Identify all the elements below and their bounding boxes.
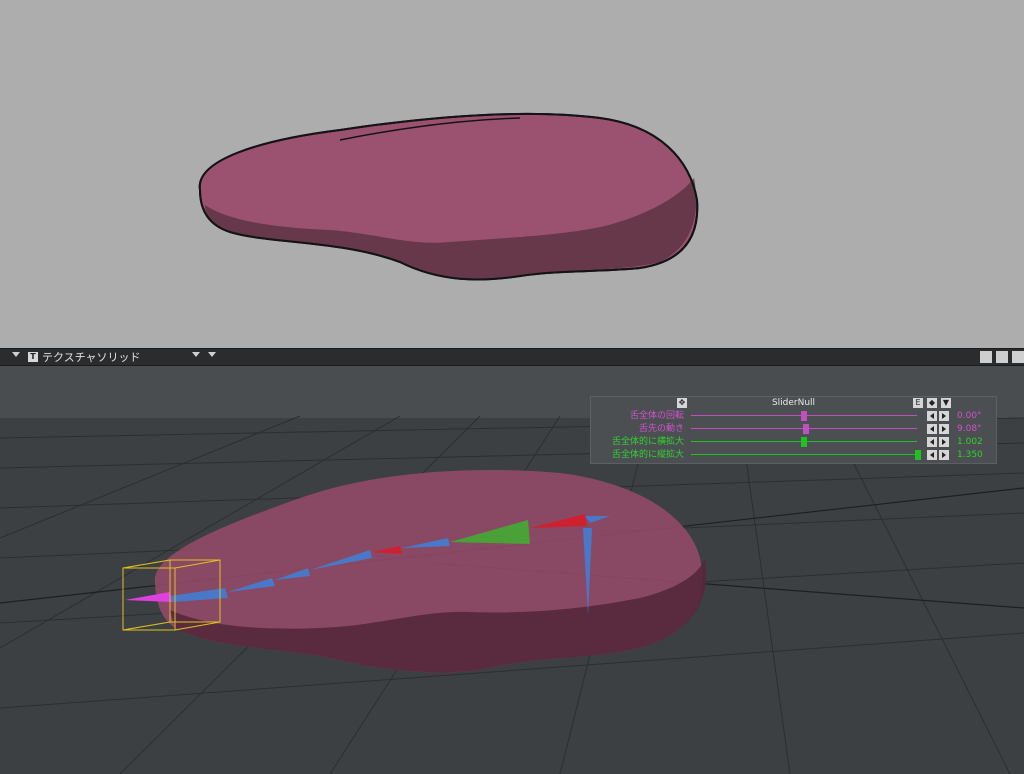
slider-thumb[interactable]	[915, 450, 921, 460]
list-icon[interactable]	[996, 351, 1008, 363]
camera-icon[interactable]	[980, 351, 992, 363]
slider-label: 舌全体的に横拡大	[611, 437, 684, 447]
render-viewport[interactable]	[0, 0, 1024, 348]
slider-row: 舌全体の回転 0.00°	[591, 410, 998, 422]
panel-dropdown-icon[interactable]: ▼	[941, 398, 951, 408]
slider-value: 9.08°	[957, 424, 982, 434]
increase-arrow-icon[interactable]	[939, 424, 949, 434]
viewport-header: T テクスチャソリッド	[0, 348, 1024, 366]
edit-button[interactable]: E	[913, 398, 923, 408]
slider-value: 1.002	[957, 437, 983, 447]
texture-mode-icon: T	[28, 352, 38, 362]
slider-row: 舌全体的に横拡大 1.002	[591, 436, 998, 448]
decrease-arrow-icon[interactable]	[927, 437, 937, 447]
expand-arrows-icon[interactable]: ◆	[927, 398, 937, 408]
slider-track[interactable]	[691, 454, 917, 455]
slider-value: 0.00°	[957, 411, 982, 421]
slider-thumb[interactable]	[801, 411, 807, 421]
increase-arrow-icon[interactable]	[939, 450, 949, 460]
slider-thumb[interactable]	[803, 424, 809, 434]
view-options-dropdown-icon[interactable]	[208, 352, 216, 357]
decrease-arrow-icon[interactable]	[927, 450, 937, 460]
render-mode-label[interactable]: テクスチャソリッド	[42, 350, 141, 365]
slider-row: 舌先の動き 9.08°	[591, 423, 998, 435]
slider-value: 1.350	[957, 450, 983, 460]
decrease-arrow-icon[interactable]	[927, 411, 937, 421]
slider-row: 舌全体的に縦拡大 1.350	[591, 449, 998, 461]
tongue-render	[198, 112, 699, 281]
layout-icon[interactable]	[1012, 351, 1024, 363]
viewport-menu-dropdown-icon[interactable]	[12, 352, 20, 357]
slider-label: 舌全体的に縦拡大	[611, 450, 684, 460]
increase-arrow-icon[interactable]	[939, 411, 949, 421]
decrease-arrow-icon[interactable]	[927, 424, 937, 434]
slider-label: 舌先の動き	[638, 424, 684, 434]
slider-thumb[interactable]	[801, 437, 807, 447]
increase-arrow-icon[interactable]	[939, 437, 949, 447]
slider-null-panel: ✥ SliderNull E ◆ ▼ 舌全体の回転 0.00° 舌先の動き 9.…	[590, 396, 997, 464]
slider-label: 舌全体の回転	[629, 411, 684, 421]
render-mode-dropdown-icon[interactable]	[192, 352, 200, 357]
